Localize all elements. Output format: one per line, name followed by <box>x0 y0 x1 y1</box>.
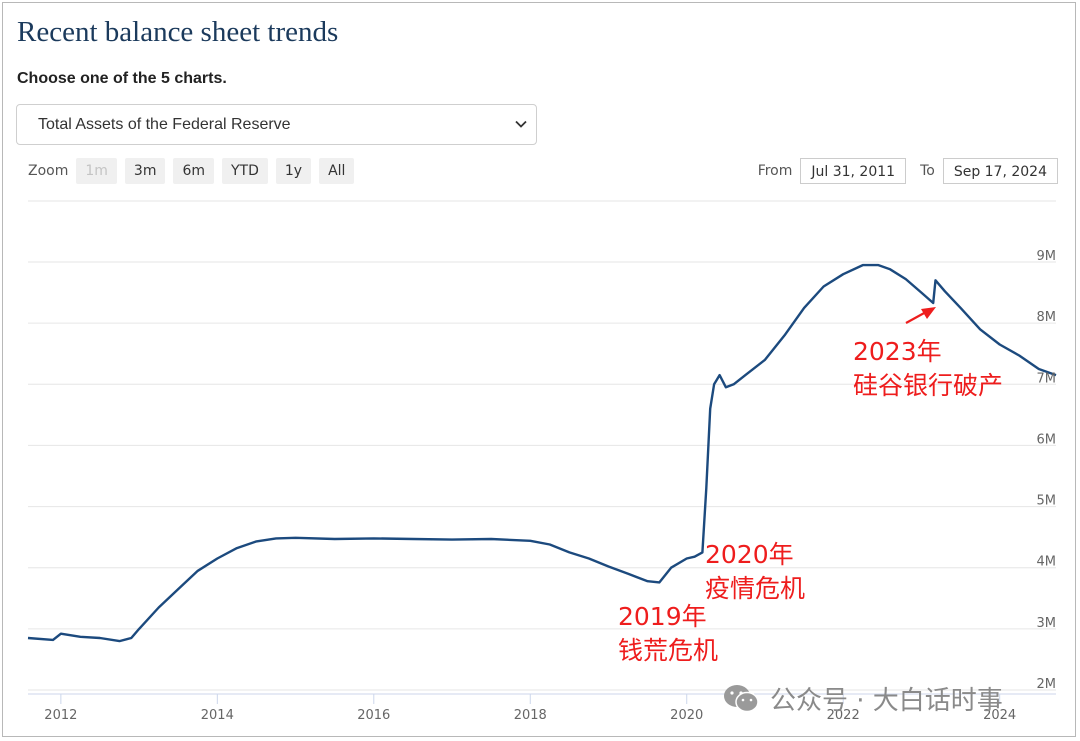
y-tick-label: 4M <box>1037 555 1057 570</box>
annotation-text: 2019年 <box>618 602 707 631</box>
watermark: 公众号 · 大白话时事 <box>722 680 1003 717</box>
y-tick-label: 5M <box>1037 494 1057 509</box>
y-tick-label: 8M <box>1037 310 1057 325</box>
total-assets-line-chart: 2M3M4M5M6M7M8M9M2012 2014 2016 2018 2020 2022… <box>27 200 1057 723</box>
x-tick-label: 2020 <box>670 708 703 723</box>
x-tick-label: 2014 <box>201 708 234 723</box>
annotation-text: 硅谷银行破产 <box>853 371 1003 400</box>
watermark-text: 公众号 · 大白话时事 <box>770 686 1003 716</box>
annotation-text: 钱荒危机 <box>618 636 718 665</box>
annotation-text: 疫情危机 <box>705 574 805 603</box>
annotation-arrow-shaft <box>905 311 927 324</box>
total-assets-series-line <box>27 263 1057 643</box>
annotation-text: 2020年 <box>705 540 794 569</box>
y-tick-label: 6M <box>1037 432 1057 447</box>
wechat-icon <box>724 684 759 712</box>
x-tick-label: 2016 <box>357 708 390 723</box>
y-tick-label: 3M <box>1037 616 1057 631</box>
annotation-text: 2023年 <box>853 337 942 366</box>
y-tick-label: 2M <box>1037 677 1057 692</box>
x-tick-label: 2018 <box>514 708 547 723</box>
x-tick-label: 2012 <box>44 708 77 723</box>
y-tick-label: 7M <box>1037 371 1057 386</box>
y-tick-label: 9M <box>1037 249 1057 264</box>
